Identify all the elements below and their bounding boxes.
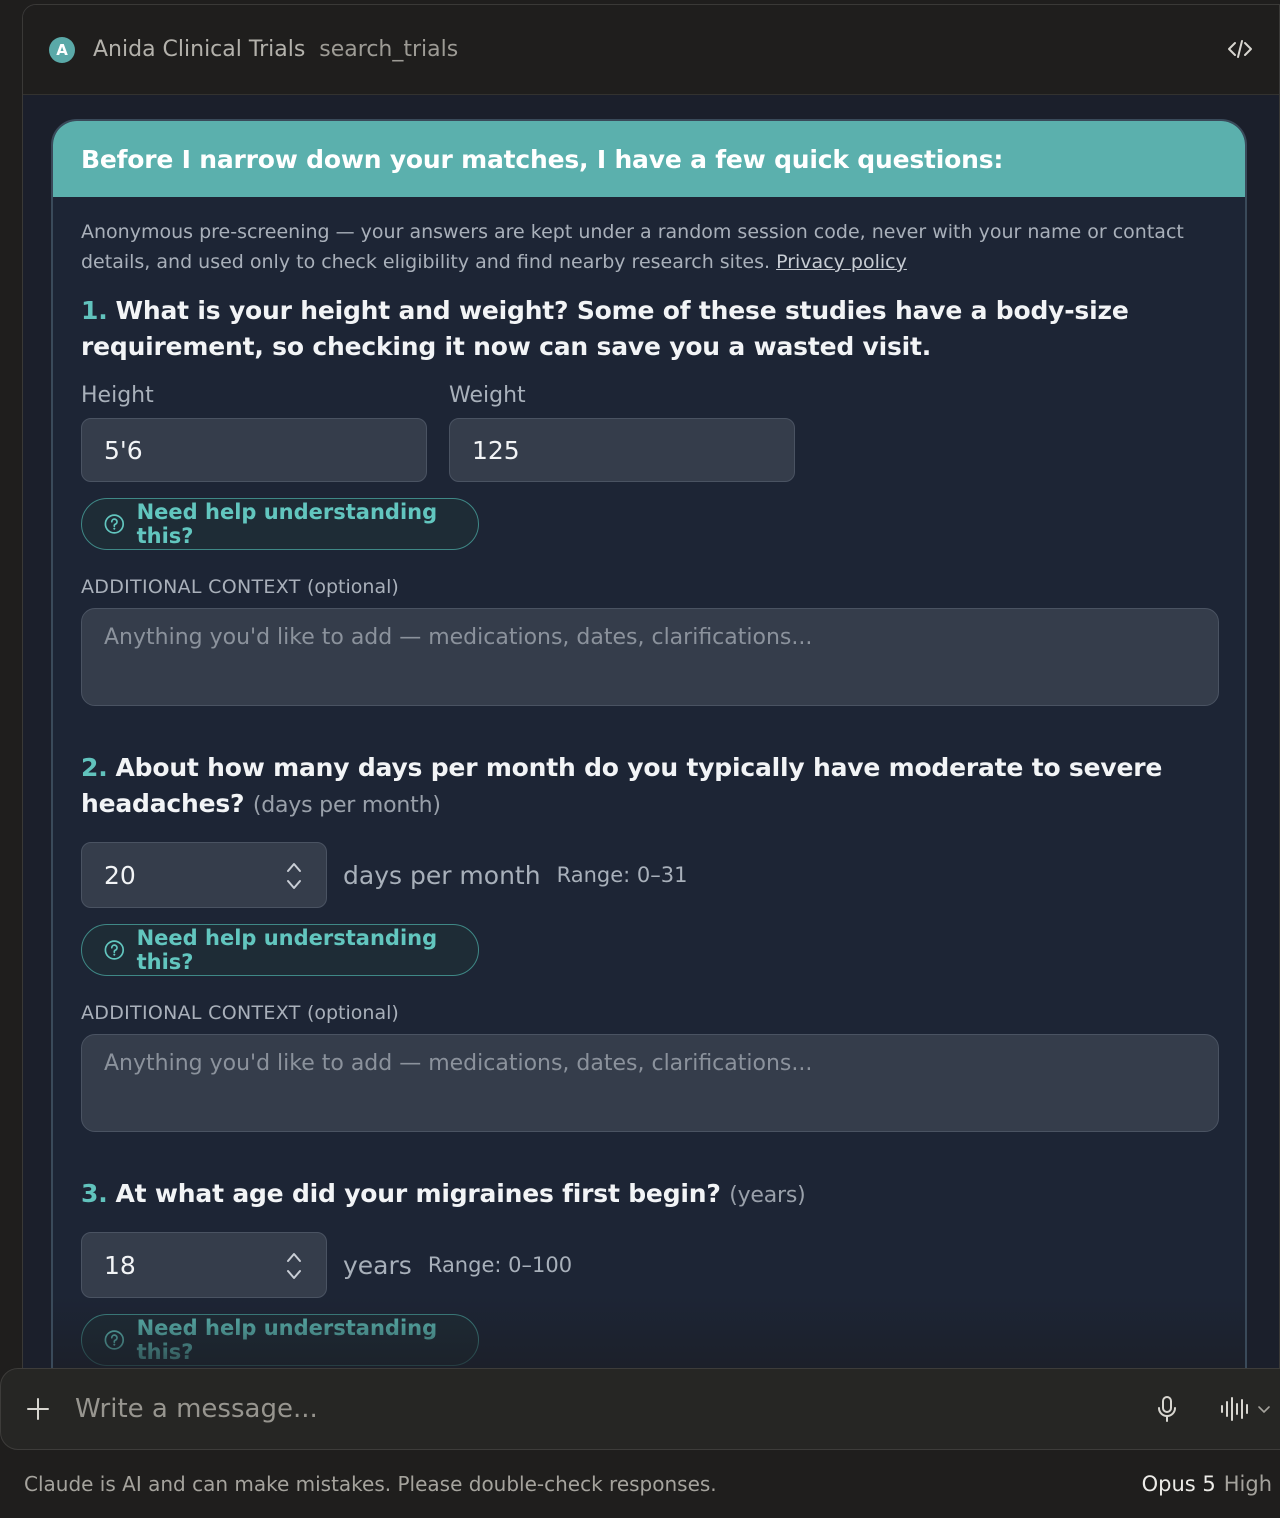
height-weight-row: Height Weight <box>81 383 1217 482</box>
height-field: Height <box>81 383 427 482</box>
question-text: What is your height and weight? Some of … <box>81 296 1129 361</box>
help-button-label: Need help understanding this? <box>136 1316 438 1364</box>
context-label-text: ADDITIONAL CONTEXT <box>81 1002 301 1024</box>
question-number: 3. <box>81 1179 108 1208</box>
context-label-q1: ADDITIONAL CONTEXT (optional) <box>81 576 1217 598</box>
question-1-title: 1. What is your height and weight? Some o… <box>81 293 1217 365</box>
question-unit-hint: (years) <box>729 1183 806 1208</box>
chevron-down-icon[interactable] <box>1257 1404 1271 1414</box>
optional-tag: (optional) <box>306 1002 399 1024</box>
unit-label: days per month <box>343 860 541 890</box>
question-3-title: 3. At what age did your migraines first b… <box>81 1176 1217 1214</box>
question-text: At what age did your migraines first beg… <box>115 1179 721 1208</box>
weight-field: Weight <box>449 383 795 482</box>
weight-label: Weight <box>449 383 526 408</box>
weight-input[interactable] <box>449 418 795 482</box>
voice-waveform-icon[interactable] <box>1219 1395 1253 1423</box>
height-input[interactable] <box>81 418 427 482</box>
help-button-q2[interactable]: Need help understanding this? <box>81 924 479 976</box>
model-name: Opus 5 <box>1141 1472 1216 1496</box>
footer: Claude is AI and can make mistakes. Plea… <box>0 1450 1280 1518</box>
model-selector[interactable]: Opus 5 High <box>1142 1472 1272 1496</box>
headache-days-input[interactable] <box>82 843 272 907</box>
ai-disclaimer: Claude is AI and can make mistakes. Plea… <box>24 1472 717 1496</box>
model-effort: High <box>1223 1472 1272 1496</box>
onset-age-row: years Range: 0–100 <box>81 1232 1217 1298</box>
panel-header: Before I narrow down your matches, I hav… <box>53 121 1245 197</box>
context-label-text: ADDITIONAL CONTEXT <box>81 576 301 598</box>
unit-label: years <box>343 1250 412 1280</box>
question-circle-icon <box>104 1330 125 1350</box>
help-button-q3[interactable]: Need help understanding this? <box>81 1314 479 1366</box>
questionnaire-panel: Before I narrow down your matches, I hav… <box>51 119 1247 1373</box>
question-text: About how many days per month do you typ… <box>81 753 1163 818</box>
optional-tag: (optional) <box>306 576 399 598</box>
message-composer <box>0 1368 1280 1450</box>
anida-logo-icon: A <box>49 36 75 63</box>
question-2-title: 2. About how many days per month do you t… <box>81 750 1217 824</box>
stepper-icon[interactable] <box>284 859 304 893</box>
help-button-label: Need help understanding this? <box>136 500 438 548</box>
height-label: Height <box>81 383 154 408</box>
question-circle-icon <box>104 514 125 534</box>
privacy-policy-link[interactable]: Privacy policy <box>776 251 907 273</box>
range-label: Range: 0–31 <box>556 863 688 887</box>
question-number: 2. <box>81 753 108 782</box>
question-unit-hint: (days per month) <box>252 793 441 818</box>
context-label-q2: ADDITIONAL CONTEXT (optional) <box>81 1002 1217 1024</box>
headache-days-field <box>81 842 327 908</box>
plus-icon[interactable] <box>23 1394 53 1424</box>
tool-header: A Anida Clinical Trials search_trials <box>23 5 1279 95</box>
context-textarea-q1[interactable] <box>81 608 1219 706</box>
intro-text: Anonymous pre-screening — your answers a… <box>81 217 1217 277</box>
range-label: Range: 0–100 <box>427 1253 573 1277</box>
context-textarea-q2[interactable] <box>81 1034 1219 1132</box>
stepper-icon[interactable] <box>284 1249 304 1283</box>
message-input[interactable] <box>75 1384 1115 1434</box>
app-name: Anida Clinical Trials <box>93 37 306 62</box>
code-icon[interactable] <box>1227 37 1253 61</box>
onset-age-field <box>81 1232 327 1298</box>
form-heading: Before I narrow down your matches, I hav… <box>81 144 1004 174</box>
tool-frame: A Anida Clinical Trials search_trials Be… <box>22 4 1280 1374</box>
panel-body: Anonymous pre-screening — your answers a… <box>53 197 1245 1373</box>
question-number: 1. <box>81 296 108 325</box>
question-circle-icon <box>104 940 125 960</box>
intro-copy: Anonymous pre-screening — your answers a… <box>81 221 1184 273</box>
microphone-icon[interactable] <box>1155 1395 1179 1423</box>
tool-name: search_trials <box>319 37 459 62</box>
headache-days-row: days per month Range: 0–31 <box>81 842 1217 908</box>
help-button-label: Need help understanding this? <box>136 926 438 974</box>
onset-age-input[interactable] <box>82 1233 272 1297</box>
help-button-q1[interactable]: Need help understanding this? <box>81 498 479 550</box>
